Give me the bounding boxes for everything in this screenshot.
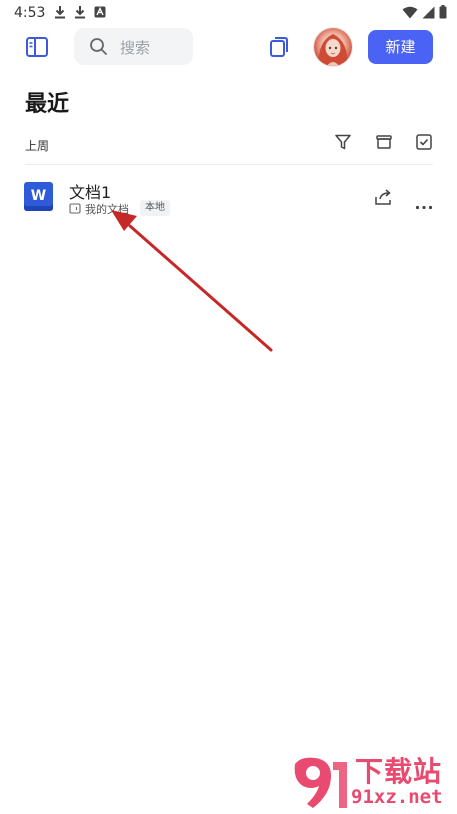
list-item[interactable]: W 文档1 我的文档 本地	[0, 172, 457, 226]
folder-location-icon	[69, 203, 81, 214]
filter-button[interactable]	[334, 133, 352, 155]
section-divider	[25, 164, 433, 165]
watermark-title: 下载站	[355, 755, 443, 788]
search-placeholder: 搜索	[120, 39, 151, 57]
download-icon	[55, 6, 65, 19]
status-time: 4:53	[14, 5, 46, 21]
screen: 4:53 搜索 新建 最近 上周 W 文档1 我的文档 本地 下载站 91xz.…	[0, 0, 457, 814]
watermark-logo-icon	[294, 757, 347, 808]
word-document-icon: W	[24, 182, 53, 211]
site-watermark: 下载站 91xz.net	[287, 748, 457, 814]
more-horizontal-icon	[415, 205, 433, 210]
wifi-icon	[402, 6, 418, 18]
new-document-button[interactable]: 新建	[368, 30, 433, 64]
page-title: 最近	[25, 92, 70, 117]
avatar[interactable]	[314, 28, 352, 66]
download-icon	[75, 6, 85, 19]
section-label: 上周	[25, 139, 50, 153]
filter-icon	[335, 134, 351, 150]
battery-icon	[439, 5, 447, 19]
storage-badge: 本地	[140, 200, 170, 216]
multi-window-button[interactable]	[268, 35, 290, 59]
copy-windows-icon	[270, 37, 288, 57]
annotation-arrow	[111, 210, 273, 352]
status-bar: 4:53	[0, 0, 457, 26]
status-notification-icons	[54, 5, 106, 19]
file-name: 文档1	[69, 183, 112, 202]
sidebar-toggle-button[interactable]	[24, 34, 50, 60]
avatar-portrait-icon	[318, 34, 348, 66]
signal-icon	[422, 6, 435, 18]
status-system-icons	[402, 5, 447, 19]
search-input[interactable]: 搜索	[74, 28, 193, 65]
file-location: 我的文档	[85, 203, 129, 216]
share-button[interactable]	[374, 188, 394, 210]
sidebar-panel-icon	[26, 37, 48, 57]
top-toolbar: 搜索 新建	[0, 26, 457, 70]
share-icon	[375, 189, 391, 205]
checkbox-icon	[416, 134, 432, 150]
archive-icon	[376, 135, 392, 149]
multi-select-button[interactable]	[415, 133, 433, 155]
watermark-url: 91xz.net	[351, 786, 443, 808]
more-options-button[interactable]	[415, 195, 433, 214]
archive-button[interactable]	[375, 133, 393, 155]
app-notification-icon	[94, 6, 106, 18]
search-icon	[90, 38, 107, 55]
